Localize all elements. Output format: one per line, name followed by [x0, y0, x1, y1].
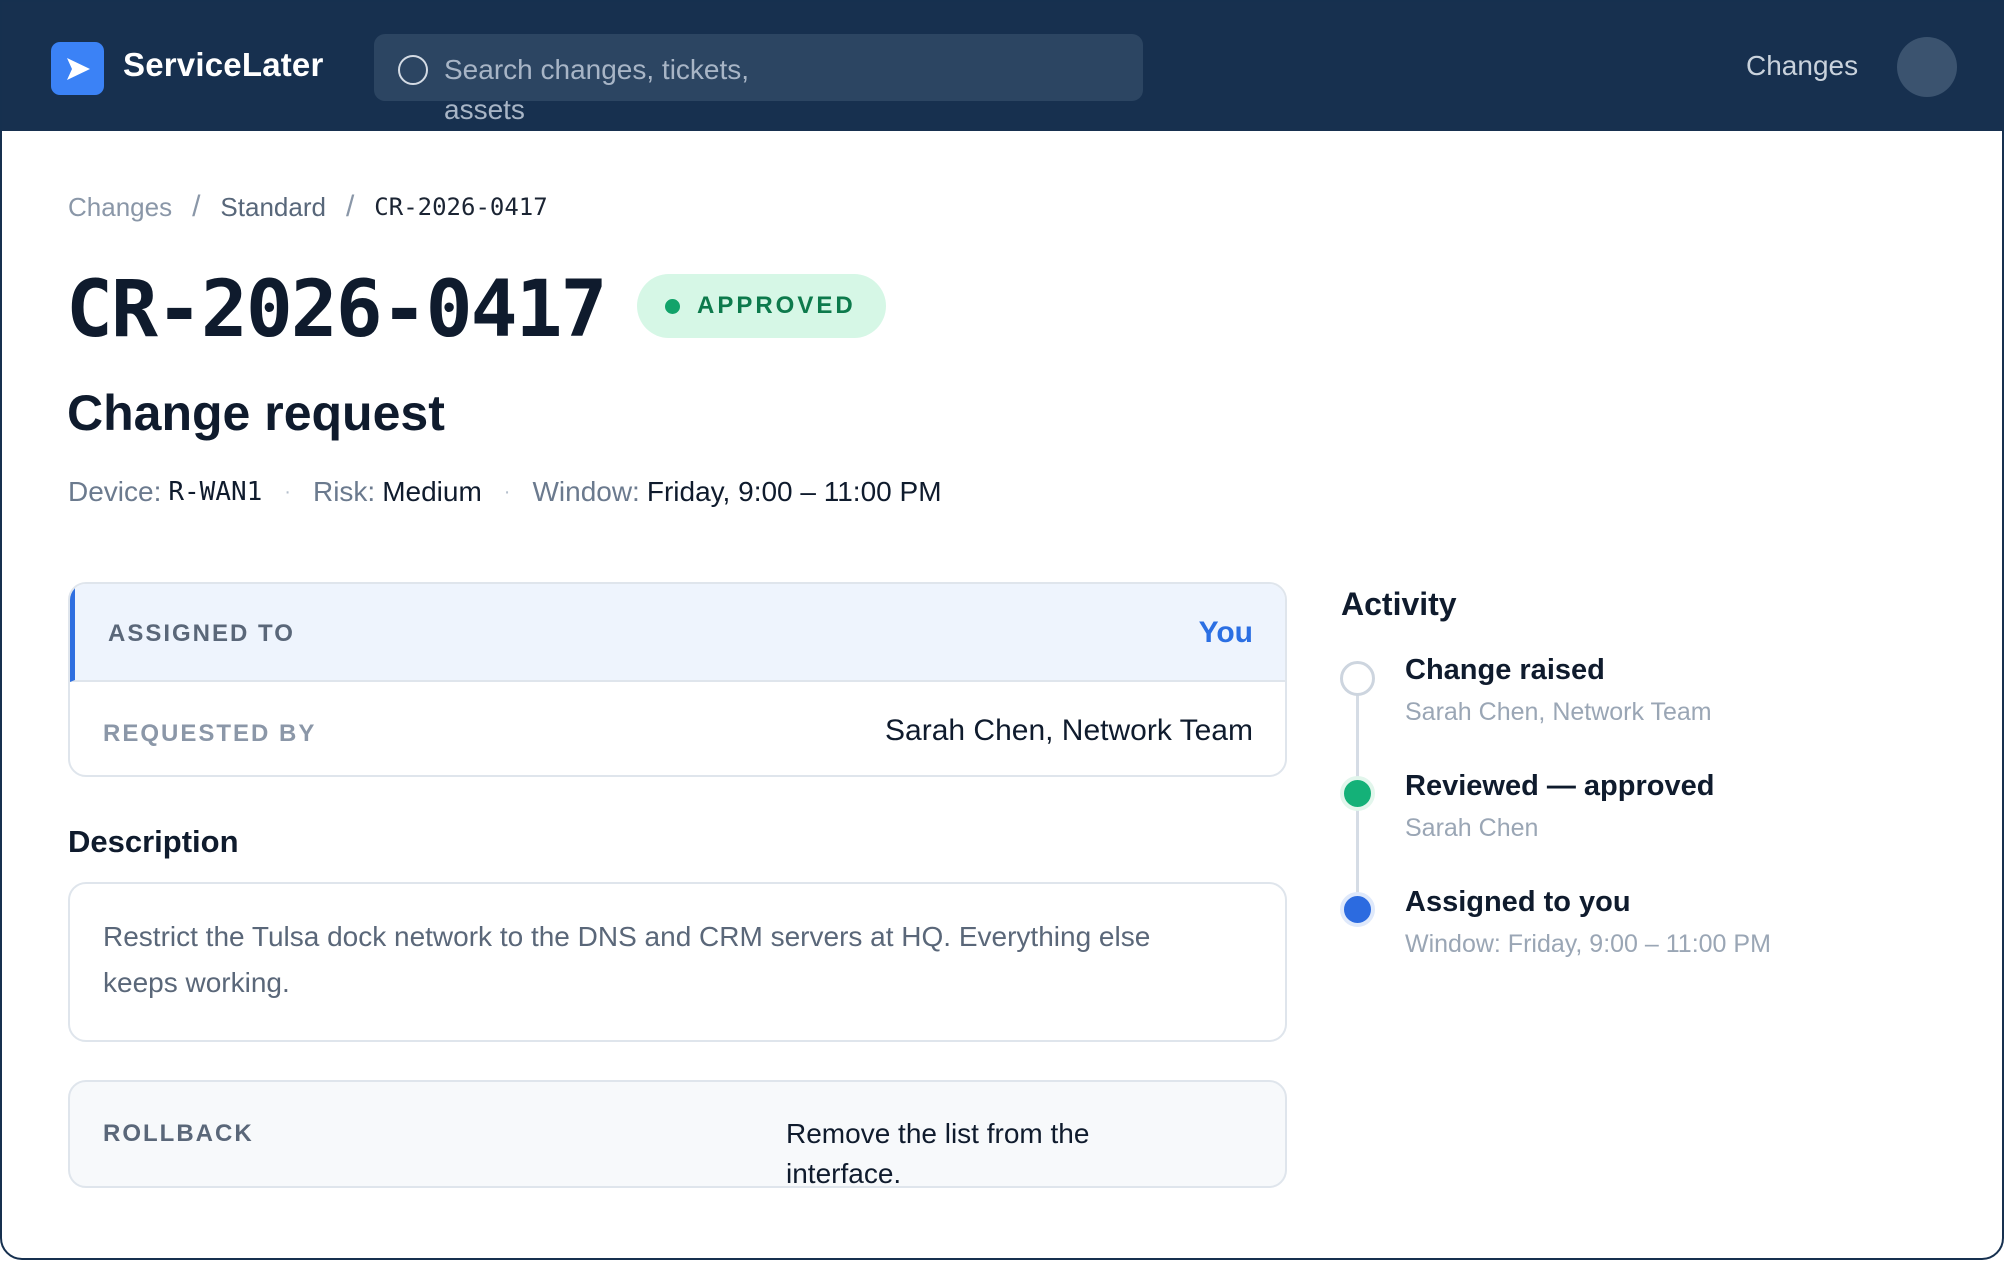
activity-item-subtitle: Sarah Chen, Network Team — [1405, 698, 1712, 726]
breadcrumb-link-changes[interactable]: Changes — [68, 192, 172, 223]
risk-value: Medium — [382, 476, 482, 507]
window-value: Friday, 9:00 – 11:00 PM — [646, 476, 942, 507]
description-text: Restrict the Tulsa dock network to the D… — [103, 921, 1151, 998]
assigned-to-label: ASSIGNED TO — [108, 620, 295, 647]
timeline-pending-dot-icon — [1340, 661, 1375, 696]
rollback-label: ROLLBACK — [103, 1120, 254, 1147]
send-arrow-icon[interactable] — [51, 42, 104, 95]
assigned-to-row: ASSIGNED TO You — [70, 584, 1285, 682]
search-placeholder: Search changes, tickets, assets — [444, 54, 750, 125]
user-avatar[interactable] — [1897, 37, 1957, 97]
assigned-to-value: You — [1198, 616, 1253, 649]
change-type-title: Change request — [67, 385, 445, 441]
nav-link-changes[interactable]: Changes — [1746, 50, 1858, 82]
meta-separator: · — [503, 480, 511, 503]
breadcrumb: Changes / Standard / CR-2026-0417 — [68, 190, 548, 224]
device-label: Device: — [68, 476, 162, 507]
activity-item-title: Reviewed — approved — [1405, 770, 1715, 802]
device-value: R-WAN1 — [168, 477, 263, 507]
breadcrumb-separator: / — [345, 190, 355, 223]
activity-item-title: Assigned to you — [1405, 886, 1631, 918]
global-search-input[interactable]: Search changes, tickets, assets — [374, 34, 1143, 125]
app-window: ServiceLater Search changes, tickets, as… — [0, 0, 2004, 1260]
breadcrumb-current: CR-2026-0417 — [374, 193, 548, 221]
breadcrumb-separator: / — [192, 190, 201, 223]
assignment-details-card: ASSIGNED TO You REQUESTED BY Sarah Chen,… — [68, 582, 1287, 777]
activity-item-subtitle: Sarah Chen — [1405, 814, 1539, 842]
rollback-value: Remove the list from the interface. — [786, 1118, 1090, 1188]
status-label: APPROVED — [697, 292, 856, 319]
risk-label: Risk: — [312, 476, 376, 507]
status-dot-icon — [665, 298, 680, 314]
description-card: Restrict the Tulsa dock network to the D… — [68, 882, 1287, 1042]
status-badge: APPROVED — [637, 274, 886, 338]
change-meta-line: Device: R-WAN1 · Risk: Medium · Window: … — [68, 476, 942, 508]
breadcrumb-link-standard[interactable]: Standard — [220, 192, 326, 223]
requested-by-label: REQUESTED BY — [103, 720, 317, 747]
description-heading: Description — [68, 824, 239, 859]
timeline-current-dot-icon — [1340, 892, 1375, 927]
activity-heading: Activity — [1341, 586, 1457, 622]
window-label: Window: — [532, 476, 640, 507]
meta-separator: · — [284, 480, 291, 503]
requested-by-value: Sarah Chen, Network Team — [885, 714, 1253, 747]
page-title: CR-2026-0417 — [66, 265, 608, 355]
brand-name[interactable]: ServiceLater — [123, 46, 324, 84]
timeline-approved-dot-icon — [1340, 776, 1375, 811]
rollback-card: ROLLBACK Remove the list from the interf… — [68, 1080, 1287, 1188]
activity-item-title: Change raised — [1405, 654, 1605, 686]
activity-item-subtitle: Window: Friday, 9:00 – 11:00 PM — [1405, 930, 1771, 958]
search-icon — [398, 55, 428, 85]
top-navigation-bar: ServiceLater Search changes, tickets, as… — [2, 2, 2002, 131]
